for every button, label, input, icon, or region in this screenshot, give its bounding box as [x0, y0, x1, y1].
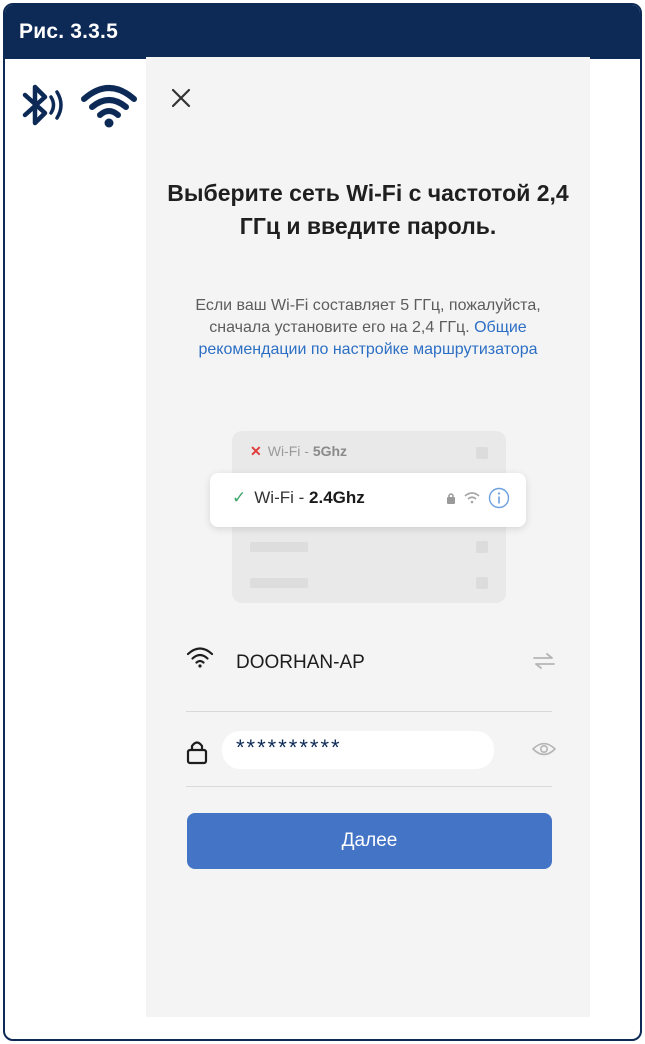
bluetooth-icon — [22, 84, 63, 126]
check-icon: ✓ — [232, 488, 247, 507]
eye-icon[interactable] — [532, 741, 556, 757]
divider — [186, 786, 552, 787]
placeholder-square — [476, 541, 488, 553]
divider — [186, 711, 552, 712]
password-input[interactable]: ********** — [222, 731, 494, 769]
next-button[interactable]: Далее — [187, 813, 552, 869]
close-icon[interactable] — [170, 87, 192, 109]
lock-icon — [186, 741, 208, 765]
lock-small-icon — [447, 493, 455, 504]
figure-caption: Рис. 3.3.5 — [19, 20, 118, 43]
wifi-small-gray-icon — [464, 492, 480, 504]
wifi-icon — [81, 85, 137, 128]
network-ssid: DOORHAN-AP — [236, 652, 365, 673]
figure-header: Рис. 3.3.5 — [5, 5, 640, 59]
placeholder-square — [476, 577, 488, 589]
switch-network-icon[interactable] — [532, 652, 556, 670]
wifi-icon — [186, 647, 214, 668]
band-24ghz-row: ✓ Wi-Fi - 2.4Ghz — [210, 473, 526, 527]
placeholder-bar — [250, 542, 308, 552]
connectivity-icons — [17, 83, 137, 133]
placeholder-bar — [250, 578, 308, 588]
password-value: ********** — [236, 735, 342, 760]
figure-frame: Рис. 3.3.5 Выберите сеть Wi-Fi с частото… — [3, 3, 642, 1041]
phone-screen: Выберите сеть Wi-Fi с частотой 2,4 ГГц и… — [146, 57, 590, 1017]
network-selector[interactable]: DOORHAN-AP — [186, 642, 556, 686]
page-title: Выберите сеть Wi-Fi с частотой 2,4 ГГц и… — [167, 180, 569, 239]
info-icon — [488, 487, 510, 509]
password-row: ********** — [186, 727, 556, 777]
cross-icon: ✕ — [250, 443, 262, 459]
placeholder-square — [476, 447, 488, 459]
description: Если ваш Wi-Fi составляет 5 ГГц, пожалуй… — [172, 295, 564, 361]
band-5ghz-row: ✕ Wi-Fi - 5Ghz — [250, 443, 348, 459]
